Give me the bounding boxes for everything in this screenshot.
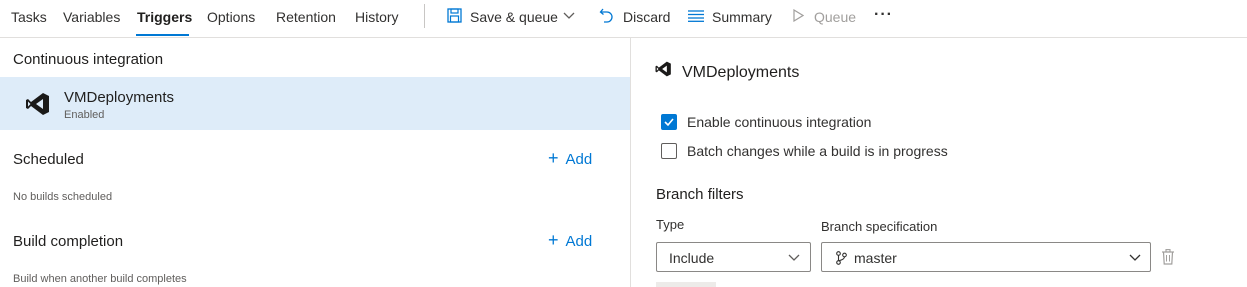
tab-history[interactable]: History [355,9,399,25]
tab-variables[interactable]: Variables [63,9,120,25]
save-queue-button[interactable]: Save & queue [444,0,579,34]
add-scheduled-label: Add [565,151,593,168]
toolbar: Tasks Variables Triggers Options Retenti… [0,0,1247,38]
visual-studio-icon [655,61,671,77]
summary-label: Summary [712,9,772,25]
branch-icon [836,251,847,265]
summary-button[interactable]: Summary [687,0,772,34]
chevron-down-icon [1129,254,1141,261]
add-build-completion-button[interactable]: + Add [548,230,592,251]
enable-ci-checkbox[interactable] [661,114,677,130]
tab-retention[interactable]: Retention [276,9,336,25]
ci-item-status: Enabled [64,109,105,121]
build-completion-desc: Build when another build completes [13,273,187,285]
play-icon [793,9,804,22]
save-queue-label: Save & queue [470,9,558,25]
branch-spec-label: Branch specification [821,219,938,234]
batch-changes-checkbox[interactable] [661,143,677,159]
plus-icon: + [548,230,559,250]
type-label: Type [656,217,685,232]
list-icon [688,10,704,22]
tab-tasks[interactable]: Tasks [11,9,47,25]
visual-studio-icon [26,93,49,115]
tab-options[interactable]: Options [207,9,255,25]
plus-icon: + [548,148,559,168]
triggers-list-panel: Continuous integration VMDeployments Ena… [0,38,630,287]
checkmark-icon [664,118,674,127]
undo-icon [599,8,613,23]
queue-button[interactable]: Queue [790,0,860,34]
tab-triggers[interactable]: Triggers [137,9,192,25]
batch-changes-label: Batch changes while a build is in progre… [687,143,948,159]
more-options-button[interactable]: ··· [874,6,893,24]
toolbar-divider [424,4,425,28]
branch-spec-dropdown[interactable]: master [821,242,1151,272]
build-completion-section-title: Build completion [13,233,124,250]
ci-section-title: Continuous integration [13,51,164,68]
trash-icon[interactable] [1161,249,1175,265]
branch-filters-title: Branch filters [656,186,744,203]
active-tab-indicator [136,34,189,36]
discard-button[interactable]: Discard [598,0,673,34]
discard-label: Discard [623,9,671,25]
chevron-down-icon [788,254,800,261]
branch-spec-value: master [854,250,897,266]
save-icon [447,8,462,23]
queue-label: Queue [814,9,857,25]
ci-trigger-item[interactable]: VMDeployments Enabled [0,77,630,130]
trigger-details-panel: VMDeployments Enable continuous integrat… [631,38,1247,287]
enable-ci-label: Enable continuous integration [687,114,872,130]
ci-item-name: VMDeployments [64,89,175,106]
chevron-down-icon [563,12,575,19]
type-dropdown[interactable]: Include [656,242,811,272]
repo-title: VMDeployments [682,64,800,81]
scheduled-empty-text: No builds scheduled [13,191,113,203]
type-dropdown-value: Include [669,250,715,266]
add-scheduled-button[interactable]: + Add [548,148,592,169]
add-filter-button-partial[interactable] [656,282,716,287]
scheduled-section-title: Scheduled [13,151,84,168]
add-build-completion-label: Add [565,233,593,250]
